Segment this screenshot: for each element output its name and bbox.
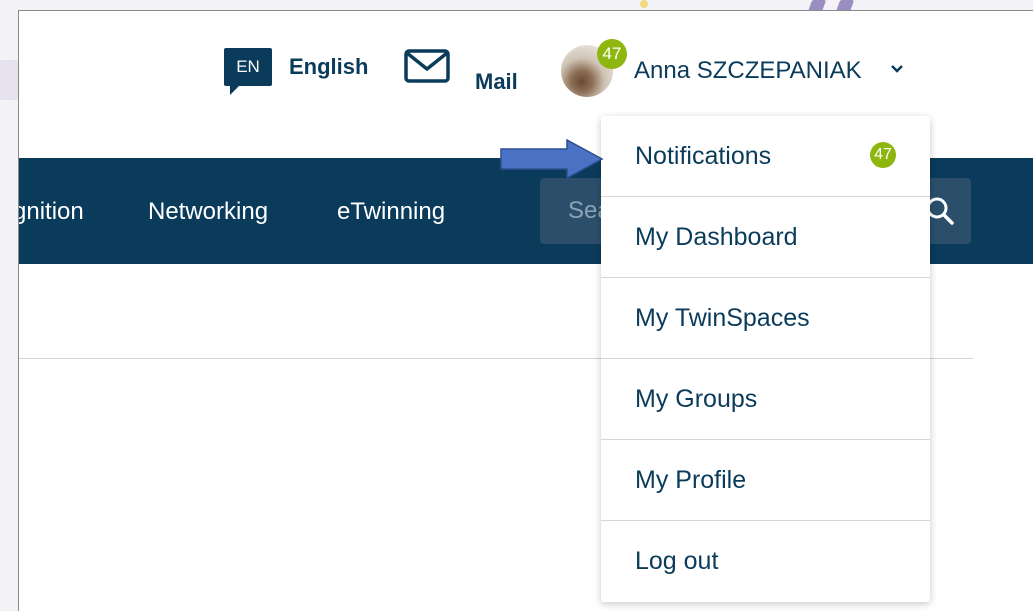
- menu-item-label: My TwinSpaces: [635, 303, 810, 332]
- language-code-badge: EN: [224, 48, 272, 95]
- nav-item-networking[interactable]: Networking: [148, 198, 268, 226]
- mail-link[interactable]: Mail: [404, 49, 518, 94]
- avatar: 47: [561, 39, 627, 97]
- menu-item-label: My Groups: [635, 384, 758, 413]
- nav-item-etwinning[interactable]: eTwinning: [337, 198, 445, 226]
- menu-item-notifications[interactable]: Notifications 47: [601, 116, 930, 197]
- background-decoration: [640, 0, 648, 8]
- menu-item-label: Log out: [635, 547, 719, 575]
- envelope-icon: [404, 49, 450, 88]
- language-selector[interactable]: EN English: [224, 48, 369, 95]
- annotation-arrow: [499, 138, 605, 184]
- notification-count-badge: 47: [597, 39, 627, 69]
- menu-item-my-twinspaces[interactable]: My TwinSpaces: [601, 278, 930, 359]
- menu-item-label: My Profile: [635, 465, 747, 494]
- mail-label: Mail: [475, 69, 518, 94]
- menu-item-my-groups[interactable]: My Groups: [601, 359, 930, 440]
- language-label: English: [289, 54, 369, 79]
- user-menu-toggle[interactable]: 47 Anna SZCZEPANIAK: [561, 39, 905, 97]
- browser-viewport: EN English Mail 47 Anna SZCZEPANIAK gnit…: [18, 10, 1033, 611]
- menu-item-my-profile[interactable]: My Profile: [601, 440, 930, 521]
- background-decoration: [0, 60, 18, 100]
- menu-item-label: My Dashboard: [635, 222, 798, 251]
- notifications-badge: 47: [870, 142, 896, 168]
- user-name: Anna SZCZEPANIAK: [634, 57, 862, 84]
- user-dropdown-menu: Notifications 47 My Dashboard My TwinSpa…: [601, 116, 930, 602]
- menu-item-log-out[interactable]: Log out: [601, 521, 930, 602]
- nav-item-recognition[interactable]: gnition: [19, 198, 84, 226]
- menu-item-label: Notifications: [635, 141, 772, 170]
- chevron-down-icon[interactable]: [889, 62, 905, 80]
- menu-item-my-dashboard[interactable]: My Dashboard: [601, 197, 930, 278]
